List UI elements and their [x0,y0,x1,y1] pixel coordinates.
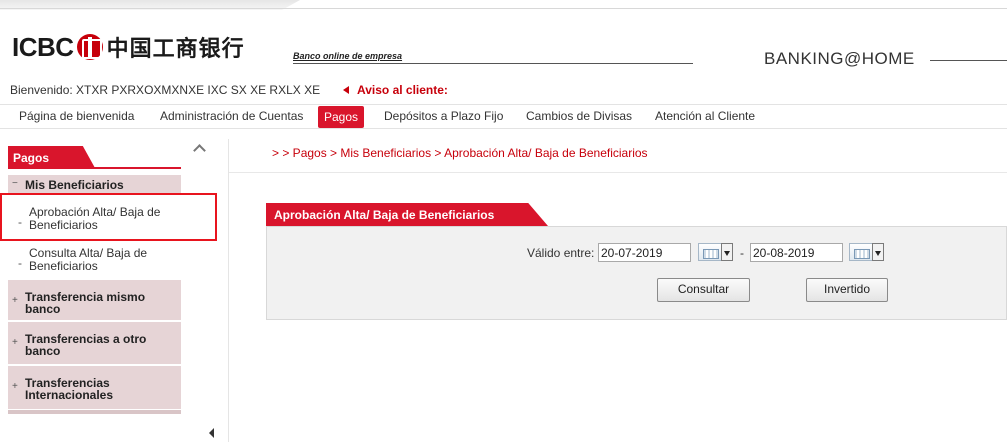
sidebar: Pagos − Mis Beneficiarios - Aprobación A… [0,139,229,442]
sidebar-group-label: Transferencias Internacionales [25,376,114,402]
collapse-up-icon[interactable] [193,142,205,154]
date-to-dropdown-icon[interactable] [872,243,884,261]
date-from-input[interactable] [598,243,691,262]
sidebar-group-transferencia-mismo-banco[interactable]: + Transferencia mismo banco [8,280,181,321]
sidebar-group-label: Mis Beneficiarios [25,178,124,192]
menu-item-administracion-cuentas[interactable]: Administración de Cuentas [160,109,303,123]
icbc-logo: ICBC 中国工商银行 [12,30,245,64]
plus-icon: + [12,381,18,392]
calendar-to-icon[interactable] [849,243,873,261]
filter-panel [266,226,1007,320]
consultar-button[interactable]: Consultar [657,278,750,302]
top-divider [0,8,1007,9]
customer-notice-link[interactable]: Aviso al cliente: [339,83,448,97]
speaker-icon [339,85,351,95]
date-to-input[interactable] [750,243,843,262]
sidebar-group-label: Transferencias a otro banco [25,332,147,358]
welcome-text: Bienvenido: XTXR PXRXOXMXNXE IXC SX XE R… [10,83,321,97]
sidebar-item-consulta-alta-baja[interactable]: - Consulta Alta/ Baja de Beneficiarios [8,247,181,277]
minus-icon: − [12,178,18,189]
brand-banking-home: BANKING@HOME [764,49,915,68]
date-range-separator: - [740,246,744,260]
menu-item-cambios-divisas[interactable]: Cambios de Divisas [526,109,632,123]
icbc-logo-icon [76,34,103,60]
dash-icon: - [18,256,22,270]
sidebar-title-underline [8,167,181,169]
date-from-dropdown-icon[interactable] [721,243,733,261]
plus-icon: + [12,337,18,348]
menu-item-pagos[interactable]: Pagos [318,106,365,128]
plus-icon: + [12,295,18,306]
logo-text: ICBC [12,31,74,62]
calendar-from-icon[interactable] [698,243,722,261]
tagline: Banco online de empresa [293,51,403,61]
header-divider [293,63,693,64]
customer-notice-label: Aviso al cliente: [357,83,448,97]
panel-title: Aprobación Alta/ Baja de Beneficiarios [266,203,548,226]
date-range-label: Válido entre: [527,246,595,260]
sidebar-group-transferencias-otro-banco[interactable]: + Transferencias a otro banco [8,322,181,365]
invertido-button[interactable]: Invertido [806,278,888,302]
menu-item-depositos-plazo-fijo[interactable]: Depósitos a Plazo Fijo [384,109,503,123]
selection-highlight-box [0,193,217,241]
sidebar-group-mis-beneficiarios[interactable]: − Mis Beneficiarios [8,175,181,194]
logo-chinese-name: 中国工商银行 [106,37,245,62]
sidebar-item-label: Consulta Alta/ Baja de Beneficiarios [29,246,148,273]
breadcrumb-divider [229,172,1007,173]
menu-item-bienvenida[interactable]: Página de bienvenida [19,109,134,123]
brand-divider [930,60,1007,61]
collapse-left-icon[interactable] [209,428,214,438]
sidebar-group-label: Transferencia mismo banco [25,290,146,316]
menu-item-atencion-cliente[interactable]: Atención al Cliente [655,109,755,123]
sidebar-bottom-bar [8,410,181,414]
sidebar-group-transferencias-internacionales[interactable]: + Transferencias Internacionales [8,366,181,410]
breadcrumb[interactable]: > > Pagos > Mis Beneficiarios > Aprobaci… [272,146,648,160]
sidebar-title: Pagos [8,146,95,168]
main-menu: Página de bienvenida Administración de C… [0,104,1007,129]
